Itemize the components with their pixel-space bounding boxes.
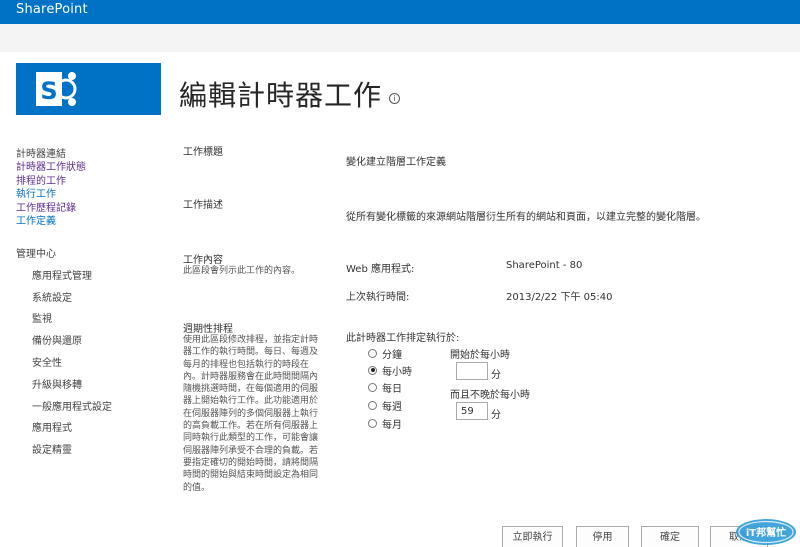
nav-item-apps[interactable]: 應用程式 xyxy=(32,419,72,434)
schedule-option-daily[interactable]: 每日 xyxy=(368,381,402,395)
nav-link-job-definitions[interactable]: 工作定義 xyxy=(16,215,166,229)
start-minute-input[interactable] xyxy=(456,362,488,380)
nav-link-timer-job-status[interactable]: 計時器工作狀態 xyxy=(16,161,166,175)
nav-item-system-settings[interactable]: 系統設定 xyxy=(32,289,72,304)
run-now-button[interactable]: 立即執行 xyxy=(502,526,563,547)
svg-text:iT邦幫忙: iT邦幫忙 xyxy=(746,526,786,539)
page-title: 編輯計時器工作 xyxy=(179,79,383,112)
job-title-value: 變化建立階層工作定義 xyxy=(346,157,446,168)
start-minute-label: 開始於每小時 xyxy=(450,350,510,361)
nav-item-config-wizards[interactable]: 設定精靈 xyxy=(32,441,72,456)
nav-link-running-jobs[interactable]: 執行工作 xyxy=(16,188,166,202)
schedule-option-weekly[interactable]: 每週 xyxy=(368,399,402,413)
timer-links-heading: 計時器連結 xyxy=(16,149,66,160)
ok-button[interactable]: 確定 xyxy=(641,526,699,547)
nav-link-job-history[interactable]: 工作歷程記錄 xyxy=(16,202,166,216)
recurring-schedule-label: 週期性排程 xyxy=(183,324,233,335)
job-description-label: 工作描述 xyxy=(183,200,223,211)
nav-item-monitoring[interactable]: 監視 xyxy=(32,310,52,325)
radio-icon[interactable] xyxy=(368,400,377,410)
job-description-value: 從所有變化標籤的來源網站階層衍生所有的網站和頁面，以建立完整的變化階層。 xyxy=(346,212,706,223)
job-properties-label: 工作內容 xyxy=(183,255,223,266)
last-run-label: 上次執行時間: xyxy=(346,292,410,303)
job-properties-description: 此區段會列示此工作的內容。 xyxy=(183,266,301,276)
end-minute-unit: 分 xyxy=(491,410,501,421)
web-application-value: SharePoint - 80 xyxy=(506,260,583,271)
svg-text:S: S xyxy=(40,77,57,105)
nav-item-security[interactable]: 安全性 xyxy=(32,354,62,369)
info-icon[interactable]: i xyxy=(389,93,400,104)
schedule-prompt: 此計時器工作排定執行於: xyxy=(346,333,460,344)
schedule-option-monthly[interactable]: 每月 xyxy=(368,417,402,431)
schedule-option-label: 每小時 xyxy=(382,366,412,378)
radio-selected-icon[interactable] xyxy=(368,365,377,375)
end-minute-label: 而且不晚於每小時 xyxy=(450,390,530,401)
sharepoint-logo-icon: S xyxy=(36,72,77,106)
suite-bar: SharePoint xyxy=(0,0,800,24)
end-minute-input[interactable] xyxy=(456,402,488,420)
recurring-schedule-description: 使用此區段修改排程，並指定計時器工作的執行時間。每日、每週及每月的排程也包括執行… xyxy=(183,335,319,493)
schedule-option-label: 每日 xyxy=(382,383,402,395)
radio-icon[interactable] xyxy=(368,348,377,358)
last-run-value: 2013/2/22 下午 05:40 xyxy=(506,292,613,303)
brand-label[interactable]: SharePoint xyxy=(16,2,88,17)
schedule-option-hourly[interactable]: 每小時 xyxy=(368,364,412,378)
schedule-option-label: 每週 xyxy=(382,401,402,413)
left-navigation: 計時器連結 計時器工作狀態 排程的工作 執行工作 工作歷程記錄 工作定義 管理中… xyxy=(16,148,166,456)
web-application-label: Web 應用程式: xyxy=(346,264,415,275)
job-title-label: 工作標題 xyxy=(183,147,223,158)
disable-button[interactable]: 停用 xyxy=(576,526,629,547)
nav-item-general-settings[interactable]: 一般應用程式設定 xyxy=(32,398,112,413)
ithome-watermark-logo: iT邦幫忙 xyxy=(736,519,796,545)
sharepoint-logo[interactable]: S xyxy=(16,63,161,115)
schedule-option-minutes[interactable]: 分鐘 xyxy=(368,347,402,361)
schedule-option-label: 分鐘 xyxy=(382,349,402,361)
ribbon-bar xyxy=(0,24,800,52)
start-minute-unit: 分 xyxy=(491,370,501,381)
nav-central-admin[interactable]: 管理中心 xyxy=(16,245,56,260)
nav-item-application-management[interactable]: 應用程式管理 xyxy=(32,267,92,282)
radio-icon[interactable] xyxy=(368,418,377,428)
radio-icon[interactable] xyxy=(368,382,377,392)
nav-link-scheduled-jobs[interactable]: 排程的工作 xyxy=(16,175,166,189)
schedule-option-label: 每月 xyxy=(382,419,402,431)
nav-item-upgrade-migration[interactable]: 升級與移轉 xyxy=(32,376,82,391)
nav-item-backup-restore[interactable]: 備份與還原 xyxy=(32,332,82,347)
